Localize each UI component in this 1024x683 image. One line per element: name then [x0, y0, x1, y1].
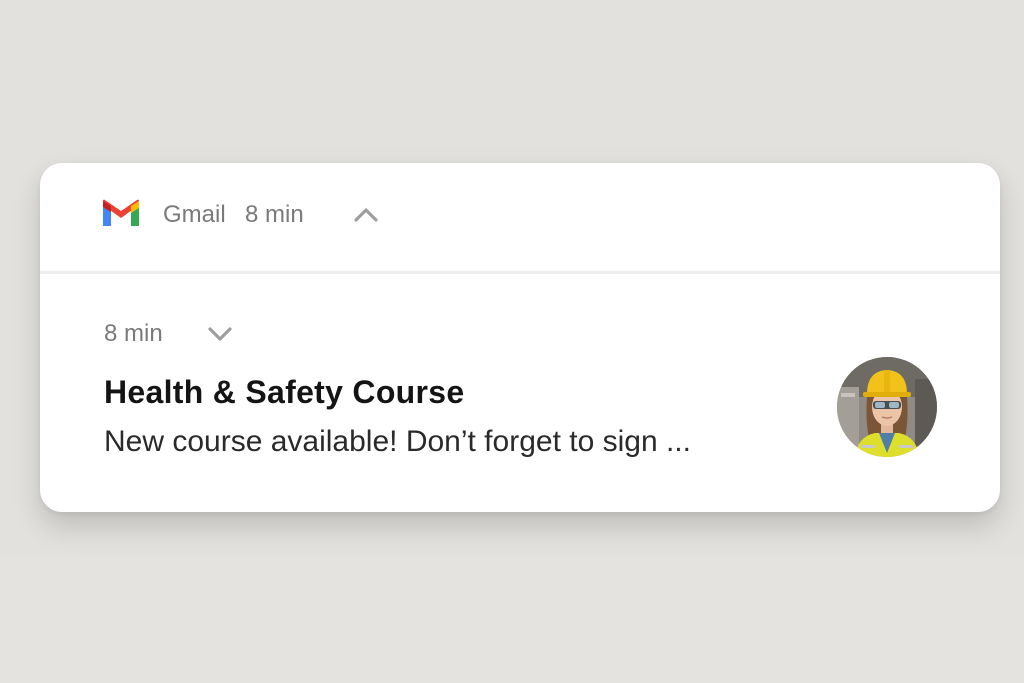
gmail-logo-icon — [103, 199, 139, 226]
message-preview: New course available! Don’t forget to si… — [104, 425, 691, 458]
app-name: Gmail — [163, 201, 226, 228]
header-timestamp: 8 min — [245, 201, 304, 228]
worker-avatar-icon — [837, 357, 937, 457]
sender-avatar[interactable] — [837, 357, 937, 457]
message-title: Health & Safety Course — [104, 374, 465, 410]
chevron-down-icon[interactable] — [206, 324, 234, 344]
chevron-up-icon[interactable] — [352, 205, 380, 225]
message-timestamp: 8 min — [104, 320, 163, 347]
notification-card[interactable]: Gmail 8 min 8 min Health & Safety Course… — [40, 163, 1000, 512]
header-divider — [40, 271, 1000, 274]
notification-header[interactable]: Gmail 8 min — [40, 163, 1000, 271]
